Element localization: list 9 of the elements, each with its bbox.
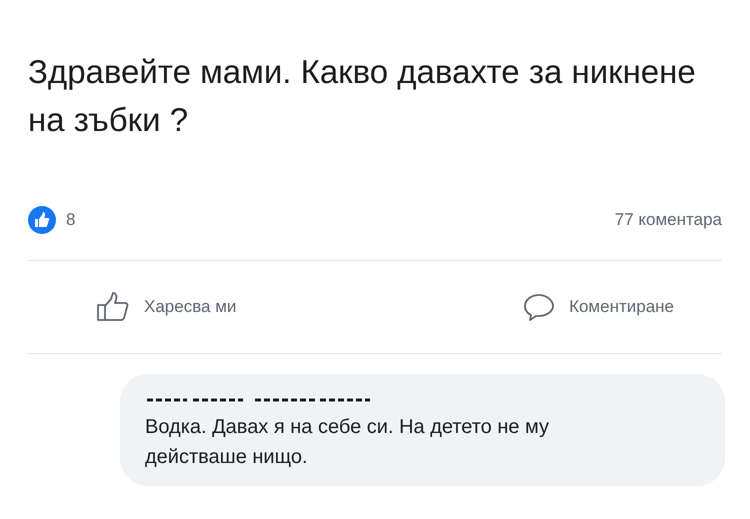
comment-button[interactable]: Коментиране: [517, 288, 680, 326]
thumbs-up-icon: [96, 292, 130, 322]
comment-text: Водка. Давах я на себе си. На детето не му действаше нищо.: [145, 415, 550, 470]
reaction-count: 8: [66, 209, 76, 232]
like-reaction-icon: [28, 206, 56, 234]
comment-count[interactable]: 77 коментара: [614, 207, 722, 233]
speech-bubble-icon: [523, 292, 556, 322]
post-text: Здравейте мами. Какво давахте за никнене на зъбки ?: [28, 52, 697, 140]
like-button[interactable]: Харесва ми: [90, 288, 242, 326]
